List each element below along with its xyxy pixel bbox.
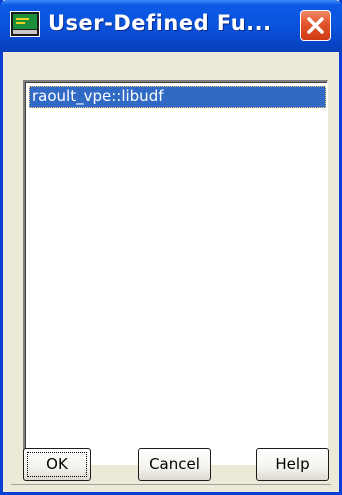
list-item-selected[interactable]: raoult_vpe::libudf	[29, 86, 326, 108]
button-separator	[11, 484, 331, 485]
help-button-label: Help	[275, 455, 310, 473]
app-window-icon	[10, 11, 40, 37]
ok-button-label: OK	[46, 455, 68, 473]
cancel-button-label: Cancel	[149, 455, 200, 473]
ok-button[interactable]: OK	[23, 448, 91, 481]
window-title: User-Defined Fu...	[48, 11, 272, 35]
cancel-button[interactable]: Cancel	[138, 448, 211, 481]
dialog-window: User-Defined Fu... raoult_vpe::libudf OK…	[0, 0, 342, 495]
close-button[interactable]	[300, 10, 331, 41]
title-bar[interactable]: User-Defined Fu...	[0, 0, 342, 52]
help-button[interactable]: Help	[256, 448, 329, 481]
udf-library-list[interactable]: raoult_vpe::libudf	[23, 80, 328, 465]
